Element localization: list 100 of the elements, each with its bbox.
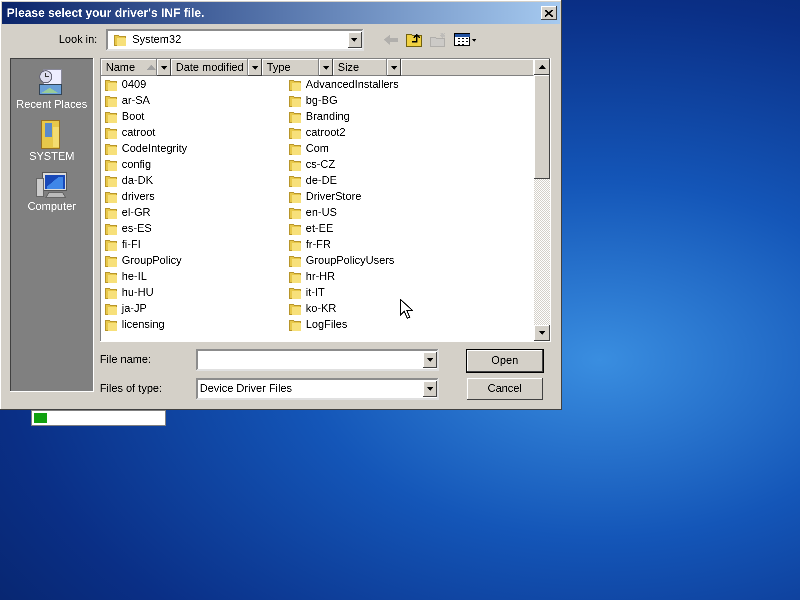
column-menu-button[interactable] bbox=[157, 59, 171, 76]
folder-icon bbox=[289, 190, 303, 204]
folder-icon bbox=[289, 110, 303, 124]
column-header[interactable]: Name bbox=[101, 59, 158, 76]
folder-icon bbox=[105, 270, 119, 284]
folder-icon bbox=[289, 318, 303, 332]
folder-icon bbox=[289, 174, 303, 188]
folder-item[interactable]: 0409 bbox=[105, 77, 289, 93]
window-title: Please select your driver's INF file. bbox=[7, 6, 205, 20]
folder-item[interactable]: CodeIntegrity bbox=[105, 141, 289, 157]
scroll-down-icon bbox=[538, 331, 546, 335]
folder-icon bbox=[105, 142, 119, 156]
folder-item[interactable]: fi-FI bbox=[105, 237, 289, 253]
folder-item[interactable]: LogFiles bbox=[289, 317, 473, 333]
column-header[interactable]: Date modified bbox=[171, 59, 248, 76]
sort-ascending-icon bbox=[147, 65, 156, 70]
folder-icon bbox=[289, 254, 303, 268]
folder-item[interactable]: config bbox=[105, 157, 289, 173]
look-in-label: Look in: bbox=[59, 34, 98, 46]
folder-item[interactable]: et-EE bbox=[289, 221, 473, 237]
look-in-dropdown[interactable]: System32 bbox=[106, 29, 364, 51]
folder-icon bbox=[105, 110, 119, 124]
folder-icon bbox=[105, 254, 119, 268]
folder-icon bbox=[105, 94, 119, 108]
folder-item[interactable]: hu-HU bbox=[105, 285, 289, 301]
folder-item[interactable]: catroot2 bbox=[289, 125, 473, 141]
folder-item[interactable]: fr-FR bbox=[289, 237, 473, 253]
file-name-field[interactable] bbox=[196, 349, 439, 371]
cancel-button[interactable]: Cancel bbox=[467, 378, 543, 400]
caret-icon bbox=[426, 358, 434, 362]
close-icon bbox=[545, 10, 553, 16]
mouse-pointer-icon bbox=[400, 299, 413, 320]
folder-item[interactable]: de-DE bbox=[289, 173, 473, 189]
folder-item[interactable]: ja-JP bbox=[105, 301, 289, 317]
place-item[interactable]: SYSTEM bbox=[12, 117, 92, 165]
folder-item[interactable]: en-US bbox=[289, 205, 473, 221]
folder-icon bbox=[289, 270, 303, 284]
folder-item[interactable]: ar-SA bbox=[105, 93, 289, 109]
open-button[interactable]: Open bbox=[467, 350, 543, 372]
caret-icon bbox=[160, 66, 168, 70]
column-menu-button[interactable] bbox=[387, 59, 401, 76]
views-menu-icon[interactable] bbox=[454, 33, 478, 47]
folder-icon bbox=[105, 238, 119, 252]
folder-item[interactable]: DriverStore bbox=[289, 189, 473, 205]
folder-icon bbox=[289, 78, 303, 92]
folder-item[interactable]: Boot bbox=[105, 109, 289, 125]
folder-icon bbox=[289, 302, 303, 316]
folder-item[interactable]: da-DK bbox=[105, 173, 289, 189]
folder-icon bbox=[105, 190, 119, 204]
column-menu-button[interactable] bbox=[248, 59, 262, 76]
column-header[interactable]: Size bbox=[333, 59, 387, 76]
folder-item[interactable]: catroot bbox=[105, 125, 289, 141]
folder-icon bbox=[289, 94, 303, 108]
folder-item[interactable]: cs-CZ bbox=[289, 157, 473, 173]
dropdown-button[interactable] bbox=[423, 381, 437, 397]
folder-icon bbox=[289, 238, 303, 252]
place-item[interactable]: Recent Places bbox=[12, 65, 92, 113]
file-name-label: File name: bbox=[100, 354, 152, 366]
folder-icon bbox=[289, 142, 303, 156]
caret-icon bbox=[351, 38, 358, 42]
file-type-dropdown[interactable]: Device Driver Files bbox=[196, 378, 439, 400]
folder-icon bbox=[105, 286, 119, 300]
place-item[interactable]: Computer bbox=[12, 169, 92, 215]
column-header[interactable]: Type bbox=[262, 59, 319, 76]
dropdown-button[interactable] bbox=[423, 352, 437, 368]
column-menu-button[interactable] bbox=[319, 59, 333, 76]
up-folder-icon[interactable] bbox=[406, 32, 424, 48]
folder-item[interactable]: Com bbox=[289, 141, 473, 157]
folder-item[interactable]: bg-BG bbox=[289, 93, 473, 109]
file-type-value: Device Driver Files bbox=[200, 383, 292, 395]
folder-item[interactable]: it-IT bbox=[289, 285, 473, 301]
folder-icon bbox=[105, 318, 119, 332]
folder-icon bbox=[105, 158, 119, 172]
scrollbar[interactable] bbox=[534, 59, 550, 341]
folder-item[interactable]: GroupPolicy bbox=[105, 253, 289, 269]
folder-icon bbox=[105, 302, 119, 316]
caret-icon bbox=[426, 387, 434, 391]
folder-item[interactable]: drivers bbox=[105, 189, 289, 205]
dropdown-button[interactable] bbox=[348, 32, 362, 48]
folder-item[interactable]: GroupPolicyUsers bbox=[289, 253, 473, 269]
computer-icon bbox=[35, 171, 69, 201]
caret-icon bbox=[252, 66, 258, 70]
folder-icon bbox=[289, 222, 303, 236]
caret-icon bbox=[390, 66, 398, 70]
folder-item[interactable]: hr-HR bbox=[289, 269, 473, 285]
folder-item[interactable]: es-ES bbox=[105, 221, 289, 237]
folder-item[interactable]: el-GR bbox=[105, 205, 289, 221]
folder-item[interactable]: Branding bbox=[289, 109, 473, 125]
folder-item[interactable]: ko-KR bbox=[289, 301, 473, 317]
close-button[interactable] bbox=[541, 6, 557, 20]
folder-icon bbox=[105, 126, 119, 140]
folder-item[interactable]: he-IL bbox=[105, 269, 289, 285]
folder-icon bbox=[105, 222, 119, 236]
folder-icon bbox=[289, 158, 303, 172]
caret-icon bbox=[322, 66, 330, 70]
folder-icon bbox=[289, 206, 303, 220]
look-in-value: System32 bbox=[132, 34, 182, 46]
folder-item[interactable]: AdvancedInstallers bbox=[289, 77, 473, 93]
folder-icon bbox=[105, 174, 119, 188]
folder-item[interactable]: licensing bbox=[105, 317, 289, 333]
